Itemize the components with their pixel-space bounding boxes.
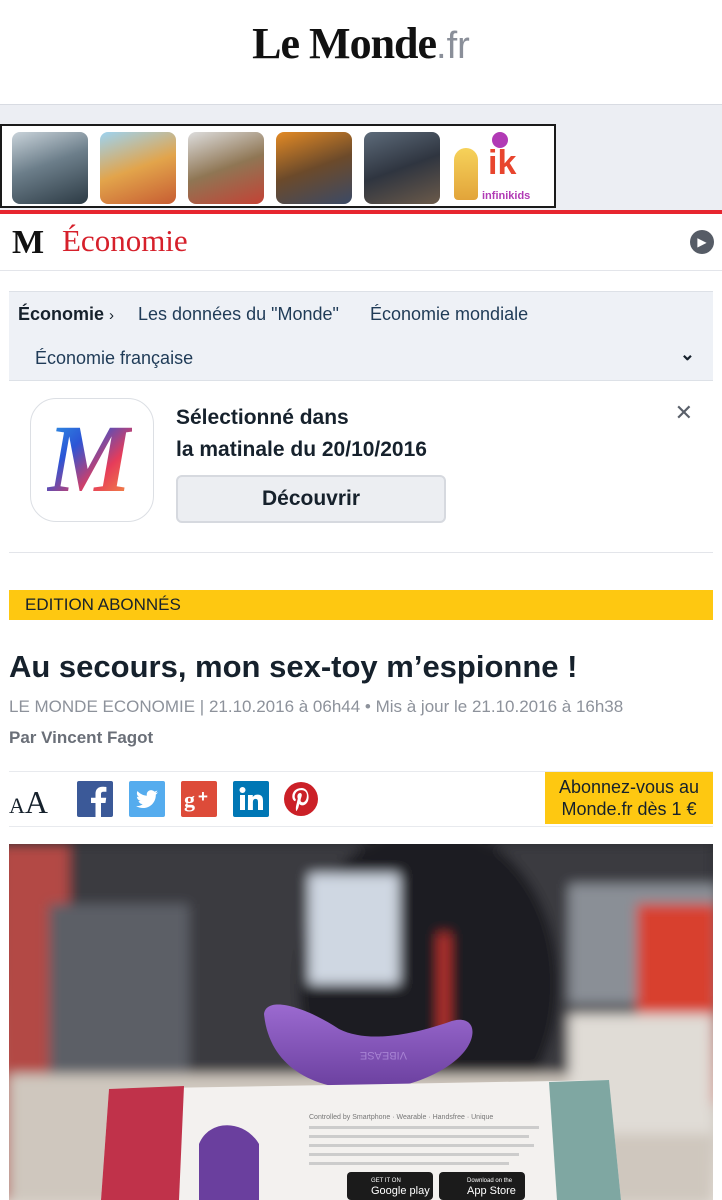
ad-thumbnail-image xyxy=(276,132,352,204)
google-play-badge-label: Google play xyxy=(371,1185,430,1197)
breadcrumb-separator: › xyxy=(109,307,115,324)
subnav-item-economie[interactable]: Économie › xyxy=(18,304,114,325)
article-byline: Par Vincent Fagot xyxy=(9,728,154,747)
subnav-item-economie-mondiale[interactable]: Économie mondiale xyxy=(370,304,528,325)
section-logo-icon: M xyxy=(12,224,45,261)
subnav-item-donnees[interactable]: Les données du "Monde" xyxy=(138,304,339,325)
linkedin-icon[interactable] xyxy=(233,781,269,817)
play-arrow-icon[interactable]: ▶ xyxy=(690,230,714,254)
svg-text:g: g xyxy=(184,787,195,812)
subnav-item-economie-francaise[interactable]: Économie française xyxy=(35,348,193,369)
section-title[interactable]: Économie xyxy=(62,223,188,259)
share-bar: AA g + Abonnez-vous au Monde.fr dès 1 € xyxy=(9,771,713,827)
ad-brand-name: infinikids xyxy=(482,190,531,202)
app-store-badge-label: App Store xyxy=(467,1185,516,1197)
pinterest-icon[interactable] xyxy=(283,781,319,817)
product-box-text: Controlled by Smartphone · Wearable · Ha… xyxy=(309,1114,493,1121)
logo-main: Le Monde xyxy=(252,19,437,68)
svg-text:+: + xyxy=(198,787,208,806)
ad-thumbnail-image xyxy=(100,132,176,204)
product-toy-label: VIBEASE xyxy=(360,1049,407,1061)
app-store-badge-caption: Download on the xyxy=(467,1178,513,1184)
edition-badge: EDITION ABONNÉS xyxy=(9,590,713,620)
site-header: Le Monde.fr xyxy=(0,0,722,104)
close-icon[interactable]: ✕ xyxy=(675,400,693,426)
font-small-icon: A xyxy=(9,793,25,818)
section-header: M Économie ▶ xyxy=(0,214,722,271)
subscribe-button[interactable]: Abonnez-vous au Monde.fr dès 1 € xyxy=(545,772,713,824)
site-logo[interactable]: Le Monde.fr xyxy=(0,18,722,69)
promo-title: Sélectionné dans la matinale du 20/10/20… xyxy=(176,406,427,461)
photo-illustration: VIBEASE Controlled by Smartphone · Weara… xyxy=(9,844,713,1200)
google-play-badge-caption: GET IT ON xyxy=(371,1178,401,1184)
ad-thumbnail-image xyxy=(188,132,264,204)
ad-mascot-icon xyxy=(454,148,478,200)
app-icon-letter: M xyxy=(47,405,133,512)
article-headline: Au secours, mon sex-toy m’espionne ! xyxy=(9,649,578,684)
article-meta: LE MONDE ECONOMIE | 21.10.2016 à 06h44 •… xyxy=(9,697,624,716)
ad-band: ik infinikids xyxy=(0,104,722,213)
font-size-toggle[interactable]: AA xyxy=(9,784,48,821)
google-plus-icon[interactable]: g + xyxy=(181,781,217,817)
discover-button[interactable]: Découvrir xyxy=(176,475,446,523)
ad-brand-mark: ik xyxy=(488,144,517,182)
logo-tld: .fr xyxy=(436,25,470,67)
article-photo: VIBEASE Controlled by Smartphone · Weara… xyxy=(9,844,713,1200)
ad-brand-logo: ik infinikids xyxy=(448,130,548,206)
ad-thumbnail-image xyxy=(364,132,440,204)
subnav-item-label: Économie xyxy=(18,304,105,324)
app-icon[interactable]: M xyxy=(30,398,154,522)
ad-thumbnail-image xyxy=(12,132,88,204)
twitter-icon[interactable] xyxy=(129,781,165,817)
ad-banner[interactable]: ik infinikids xyxy=(0,124,556,208)
font-large-icon: A xyxy=(24,784,48,820)
matinale-promo-card: M Sélectionné dans la matinale du 20/10/… xyxy=(9,380,713,553)
section-subnav: Économie › Les données du "Monde" Économ… xyxy=(9,291,713,381)
chevron-down-icon[interactable]: ⌄ xyxy=(680,344,695,365)
facebook-icon[interactable] xyxy=(77,781,113,817)
